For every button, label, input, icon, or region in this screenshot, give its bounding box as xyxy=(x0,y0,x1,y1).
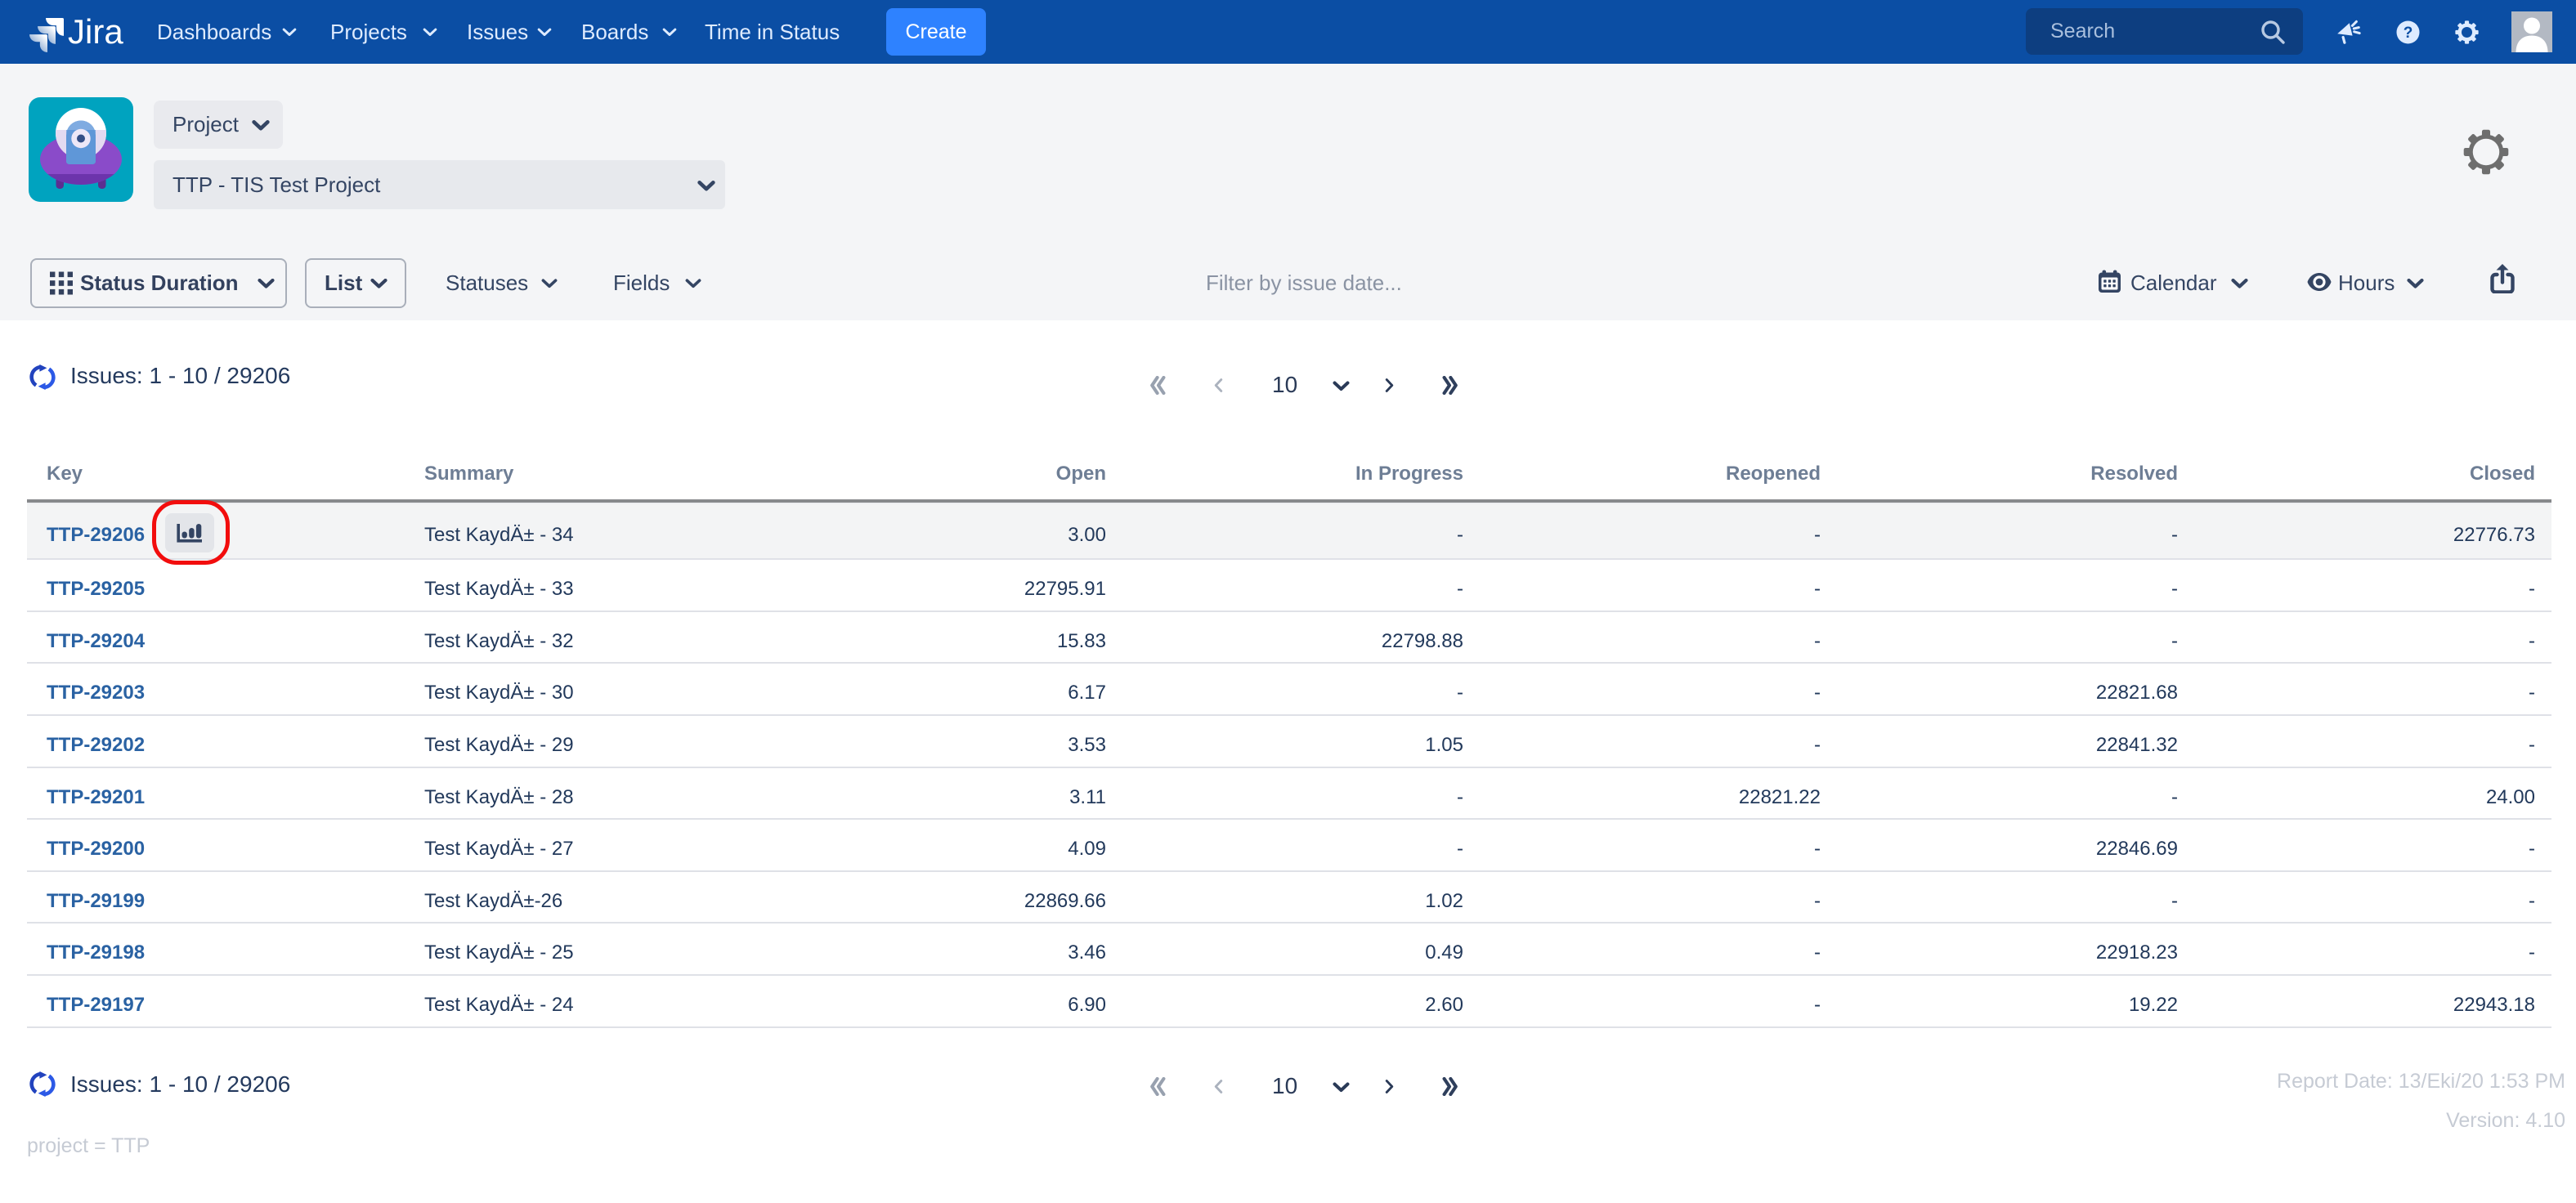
svg-text:?: ? xyxy=(2404,25,2413,42)
